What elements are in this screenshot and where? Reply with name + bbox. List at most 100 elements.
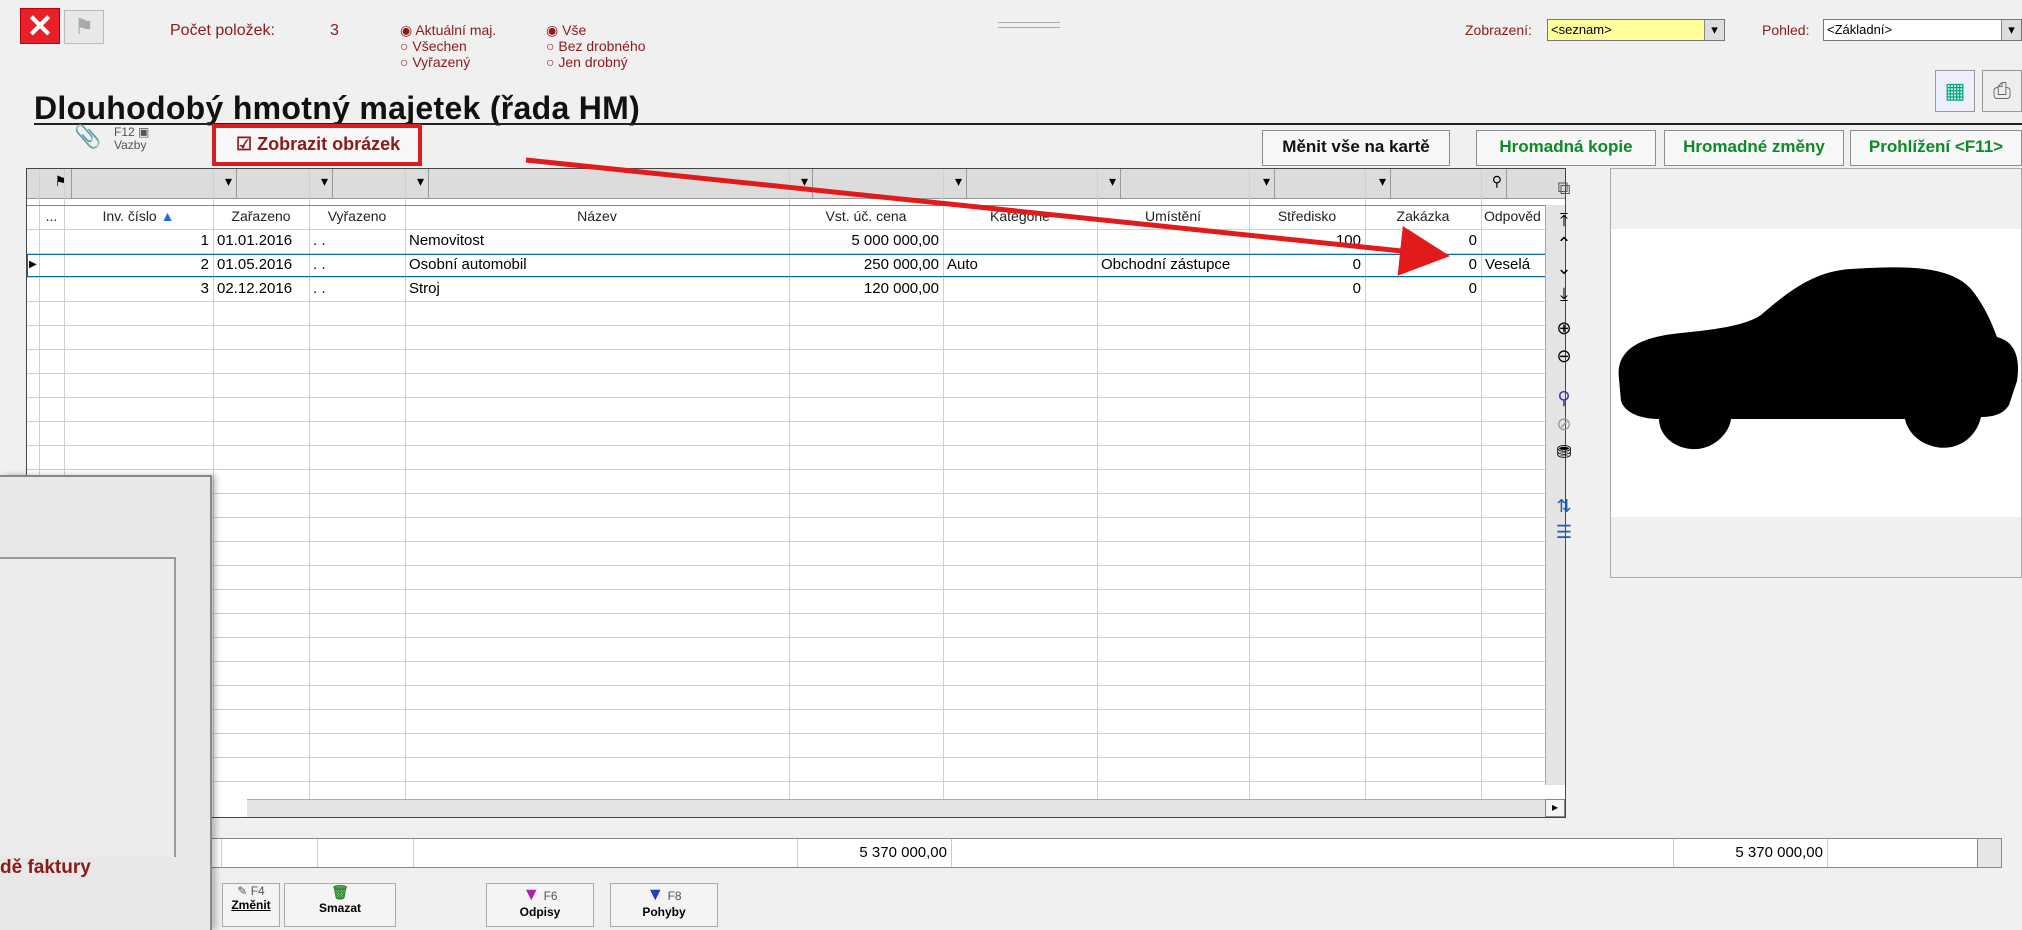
row-pointer-icon: ▶: [29, 259, 37, 270]
hromadne-zmeny-button[interactable]: Hromadné změny: [1664, 130, 1844, 166]
paperclip-icon[interactable]: 📎: [74, 124, 101, 150]
show-image-checkbox[interactable]: ☑ Zobrazit obrázek: [212, 124, 422, 166]
cell-zakazka: 0: [1468, 232, 1477, 249]
cell-zakazka: 0: [1468, 280, 1477, 297]
printer-icon[interactable]: ⎙: [1982, 70, 2022, 112]
edit-icon: ✎: [237, 884, 248, 898]
display-label: Zobrazení:: [1465, 22, 1532, 38]
flag-icon: ⚑: [54, 173, 67, 189]
filter-flag[interactable]: ⚑: [27, 169, 72, 199]
cell-umisteni: Obchodní zástupce: [1101, 256, 1231, 273]
odpisy-triangle-icon: ▼: [522, 884, 541, 904]
pohyby-button[interactable]: ▼ F8 Pohyby: [610, 883, 718, 927]
col-stredisko[interactable]: Středisko: [1249, 208, 1365, 230]
link-icon: ⚲: [1491, 173, 1502, 189]
prohlizeni-button[interactable]: Prohlížení <F11>: [1850, 130, 2022, 166]
find-icon[interactable]: ⚲: [1552, 386, 1576, 410]
radio-aktualni[interactable]: ◉ Aktuální maj.: [400, 22, 496, 38]
filter-nazev[interactable]: ▾: [429, 169, 813, 199]
image-panel: [1610, 168, 2022, 578]
page-title: Dlouhodobý hmotný majetek (řada HM): [34, 90, 641, 126]
next-record-icon[interactable]: ⌄: [1552, 256, 1576, 280]
overlapping-dialog: dě faktury: [0, 475, 212, 930]
sort-az-icon[interactable]: ⇅: [1552, 494, 1576, 518]
prev-record-icon[interactable]: ⌃: [1552, 232, 1576, 256]
asset-table[interactable]: ⚑ ▾ ▾ ▾ ▾ ▾ ▾ ▾ ▾ ⚲ ... Inv. číslo ▲ Zař…: [26, 168, 1566, 818]
f12-vazby[interactable]: F12 ▣ Vazby: [114, 126, 149, 152]
col-vyrazeno[interactable]: Vyřazeno: [309, 208, 405, 230]
cell-zarazeno: 01.01.2016: [217, 232, 293, 249]
close-x-icon[interactable]: ✕: [20, 8, 60, 44]
pohled-label: Pohled:: [1762, 22, 1810, 38]
scroll-right-icon[interactable]: ▸: [1545, 799, 1565, 817]
trash-icon: 🗑: [331, 884, 349, 900]
totals-row: 5 370 000,00 5 370 000,00: [26, 838, 2002, 868]
flag-icon[interactable]: ⚑: [64, 10, 104, 44]
zmenit-button[interactable]: ✎ F4 Změnit: [222, 883, 280, 927]
cell-cena: 120 000,00: [863, 280, 939, 297]
cell-inv: 3: [200, 280, 209, 297]
copy-icon[interactable]: ⧉: [1552, 176, 1576, 200]
cell-zarazeno: 01.05.2016: [217, 256, 293, 273]
count-value: 3: [330, 22, 339, 39]
cell-kategorie: Auto: [947, 256, 978, 273]
radio-jen-drobny[interactable]: ○ Jen drobný: [546, 54, 628, 70]
col-odpoved[interactable]: Odpověd: [1481, 208, 1541, 230]
clear-filter-icon[interactable]: ⊘: [1552, 412, 1576, 436]
col-zarazeno[interactable]: Zařazeno: [213, 208, 309, 230]
zoom-out-icon[interactable]: ⊖: [1552, 344, 1576, 368]
sort-up-icon: ▲: [160, 208, 175, 224]
menit-vse-button[interactable]: Měnit vše na kartě: [1262, 130, 1450, 166]
radio-vse[interactable]: ◉ Vše: [546, 22, 586, 38]
zoom-in-icon[interactable]: ⊕: [1552, 316, 1576, 340]
filter-zarazeno[interactable]: ▾: [237, 169, 333, 199]
col-inv[interactable]: Inv. číslo ▲: [64, 208, 213, 230]
cell-nazev: Stroj: [409, 280, 440, 297]
total-cena: 5 370 000,00: [859, 844, 947, 861]
cell-zakazka: 0: [1468, 256, 1477, 273]
filter-zakazka[interactable]: ⚲: [1391, 169, 1507, 199]
cell-nazev: Nemovitost: [409, 232, 485, 249]
cell-stredisko: 0: [1352, 280, 1361, 297]
smazat-button[interactable]: 🗑 Smazat: [284, 883, 396, 927]
cell-stredisko: 0: [1352, 256, 1361, 273]
cell-zarazeno: 02.12.2016: [217, 280, 293, 297]
car-image: [1611, 229, 2021, 517]
cell-stredisko: 100: [1335, 232, 1361, 249]
radio-vyrazeny[interactable]: ○ Vyřazený: [400, 54, 470, 70]
display-select[interactable]: <seznam> ▾: [1547, 19, 1725, 41]
col-zakazka[interactable]: Zakázka: [1365, 208, 1481, 230]
sort-custom-icon[interactable]: ☰: [1552, 520, 1576, 544]
total-right: 5 370 000,00: [1735, 844, 1823, 861]
cell-cena: 250 000,00: [863, 256, 939, 273]
first-record-icon[interactable]: ⤒: [1552, 208, 1576, 232]
last-record-icon[interactable]: ⤓: [1552, 282, 1576, 306]
pohled-select[interactable]: <Základní> ▾: [1823, 19, 2022, 41]
filter-umisteni[interactable]: ▾: [1121, 169, 1275, 199]
filter-stredisko[interactable]: ▾: [1275, 169, 1391, 199]
cell-cena: 5 000 000,00: [851, 232, 939, 249]
excel-export-icon[interactable]: ▦: [1935, 70, 1975, 112]
odpisy-button[interactable]: ▼ F6 Odpisy: [486, 883, 594, 927]
radio-bez-drobneho[interactable]: ○ Bez drobného: [546, 38, 646, 54]
cell-inv: 1: [200, 232, 209, 249]
filter-vyrazeno[interactable]: ▾: [333, 169, 429, 199]
count-label: Počet položek:: [170, 22, 275, 39]
col-cena[interactable]: Vst. úč. cena: [789, 208, 943, 230]
col-nazev[interactable]: Název: [405, 208, 789, 230]
cell-nazev: Osobní automobil: [409, 256, 527, 273]
radio-vsechen[interactable]: ○ Všechen: [400, 38, 467, 54]
cell-vyrazeno: . .: [313, 232, 326, 249]
col-dots[interactable]: ...: [39, 208, 64, 230]
pohyby-triangle-icon: ▼: [646, 884, 665, 904]
dialog-text: dě faktury: [0, 857, 91, 878]
hromadna-kopie-button[interactable]: Hromadná kopie: [1476, 130, 1656, 166]
drag-handle[interactable]: [998, 22, 1060, 28]
filter-icon[interactable]: ⛃: [1552, 440, 1576, 464]
cell-inv: 2: [200, 256, 209, 273]
cell-vyrazeno: . .: [313, 256, 326, 273]
col-kategorie[interactable]: Kategorie: [943, 208, 1097, 230]
cell-vyrazeno: . .: [313, 280, 326, 297]
horizontal-scrollbar[interactable]: [247, 799, 1565, 817]
col-umisteni[interactable]: Umístění: [1097, 208, 1249, 230]
